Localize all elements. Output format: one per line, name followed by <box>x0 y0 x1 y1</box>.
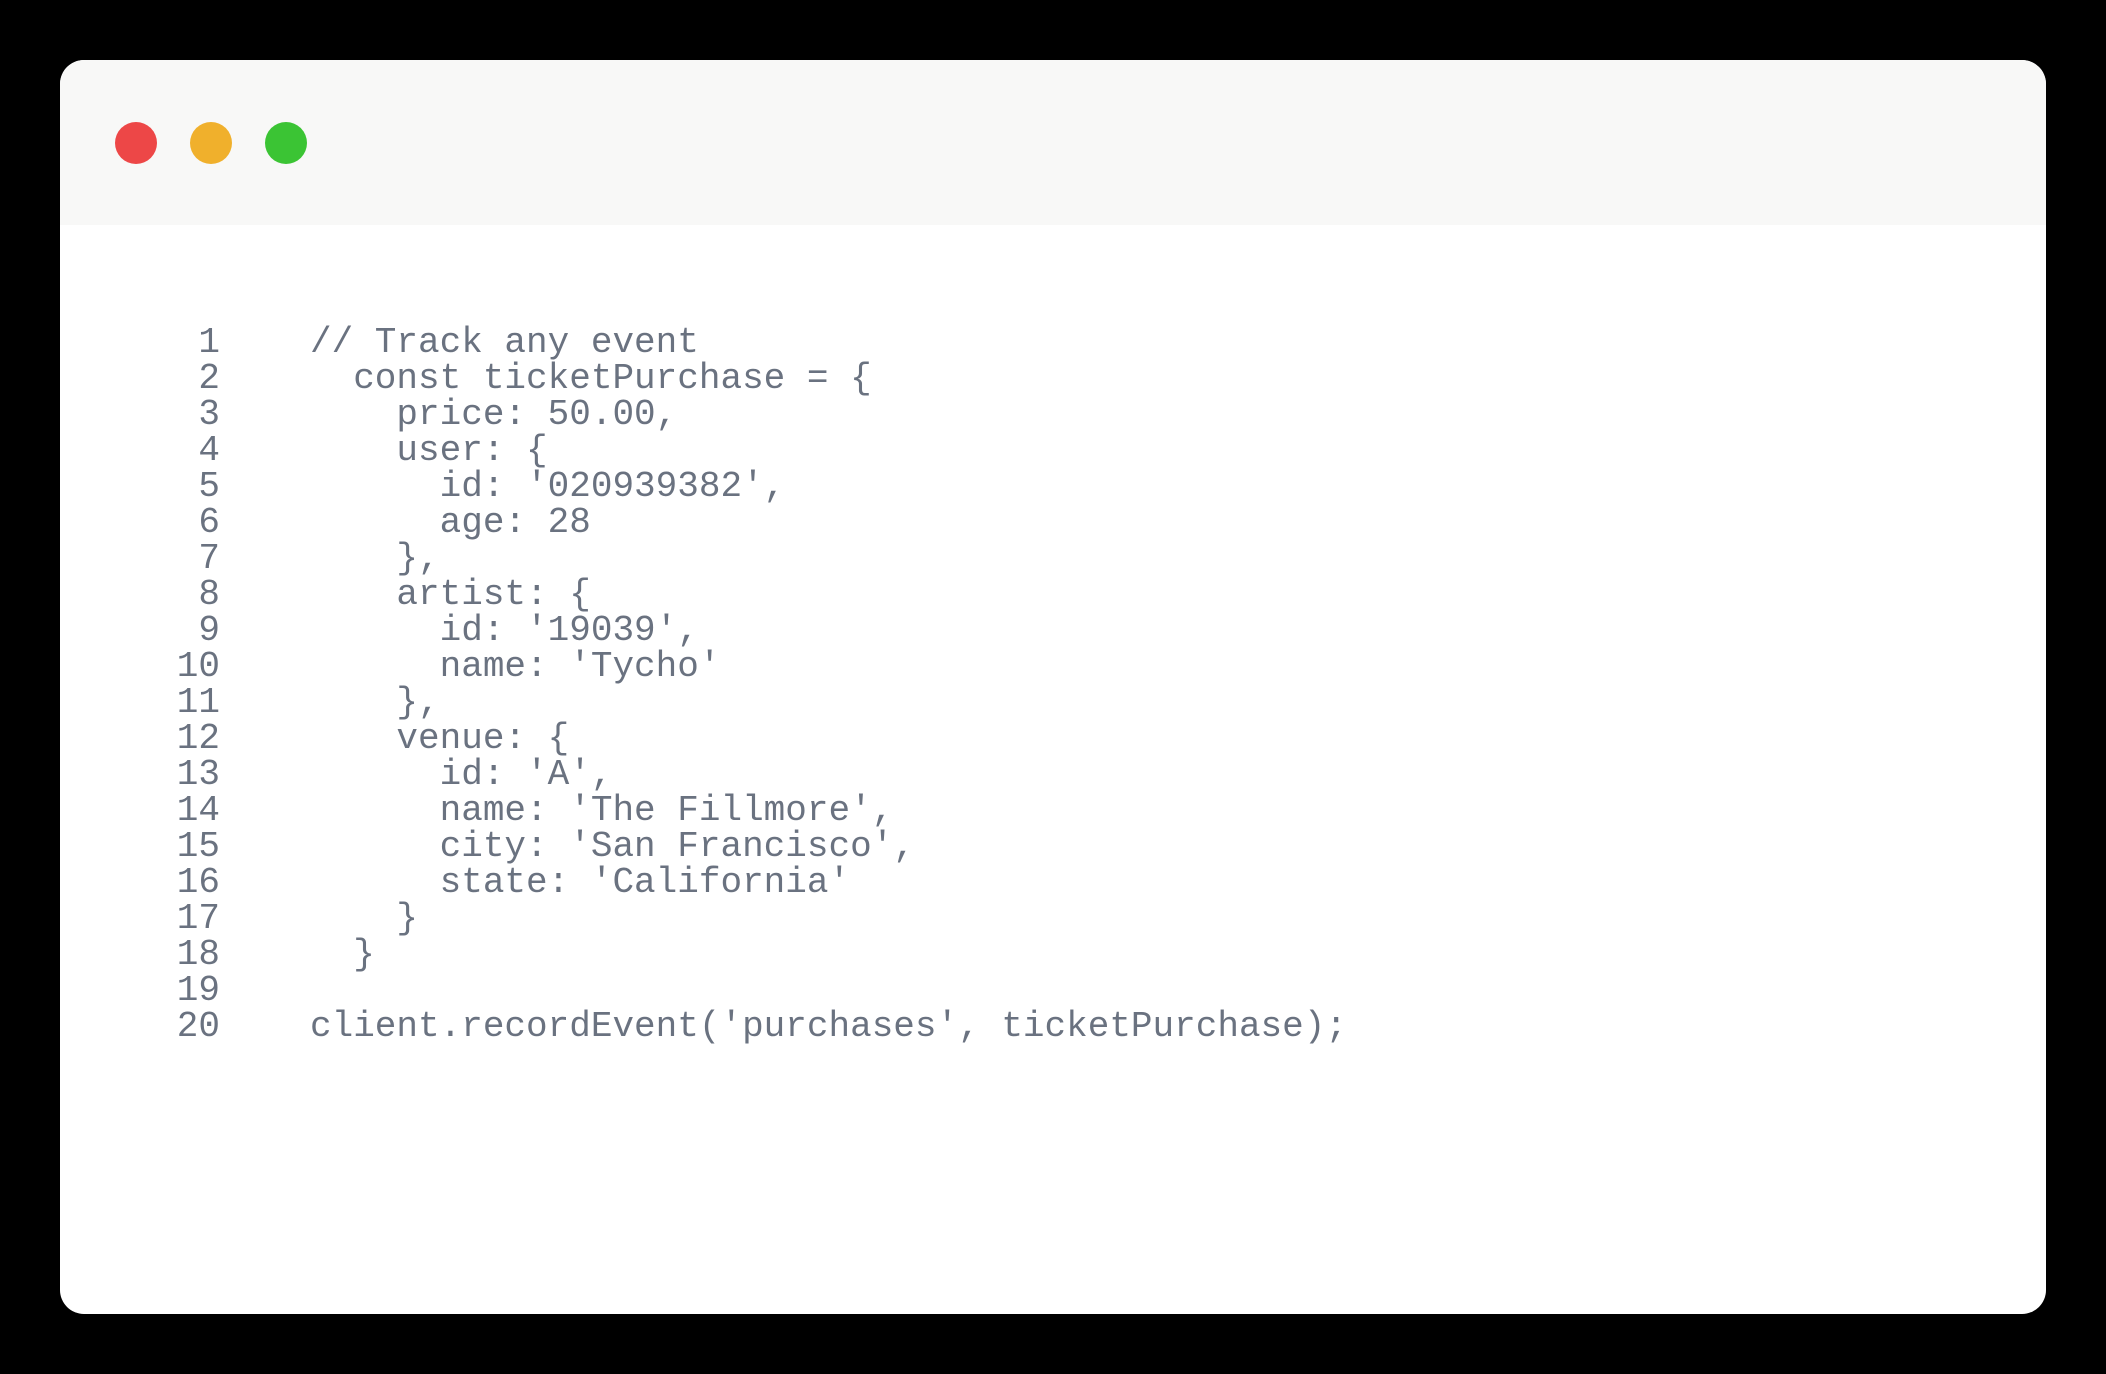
code-line: name: 'Tycho' <box>310 649 1347 685</box>
code-line: }, <box>310 541 1347 577</box>
line-number: 15 <box>177 829 220 865</box>
code-line: }, <box>310 685 1347 721</box>
code-line: id: '020939382', <box>310 469 1347 505</box>
maximize-icon[interactable] <box>265 122 307 164</box>
code-line: venue: { <box>310 721 1347 757</box>
code-line: artist: { <box>310 577 1347 613</box>
code-line: const ticketPurchase = { <box>310 361 1347 397</box>
code-editor: 1 2 3 4 5 6 7 8 9 10 11 12 13 14 15 16 1… <box>60 225 2046 1125</box>
line-number: 4 <box>198 433 220 469</box>
code-line: } <box>310 937 1347 973</box>
line-number: 2 <box>198 361 220 397</box>
code-line: name: 'The Fillmore', <box>310 793 1347 829</box>
code-line: // Track any event <box>310 325 1347 361</box>
code-line: age: 28 <box>310 505 1347 541</box>
code-line <box>310 973 1347 1009</box>
line-number: 7 <box>198 541 220 577</box>
line-number: 5 <box>198 469 220 505</box>
code-content[interactable]: // Track any event const ticketPurchase … <box>310 325 1347 1045</box>
code-line: price: 50.00, <box>310 397 1347 433</box>
code-line: client.recordEvent('purchases', ticketPu… <box>310 1009 1347 1045</box>
line-number: 9 <box>198 613 220 649</box>
line-number: 3 <box>198 397 220 433</box>
line-number: 13 <box>177 757 220 793</box>
code-line: id: '19039', <box>310 613 1347 649</box>
close-icon[interactable] <box>115 122 157 164</box>
line-number: 8 <box>198 577 220 613</box>
code-line: user: { <box>310 433 1347 469</box>
line-number: 6 <box>198 505 220 541</box>
window-title-bar <box>60 60 2046 225</box>
line-number-gutter: 1 2 3 4 5 6 7 8 9 10 11 12 13 14 15 16 1… <box>130 325 220 1045</box>
code-line: id: 'A', <box>310 757 1347 793</box>
line-number: 19 <box>177 973 220 1009</box>
code-window: 1 2 3 4 5 6 7 8 9 10 11 12 13 14 15 16 1… <box>60 60 2046 1314</box>
code-line: state: 'California' <box>310 865 1347 901</box>
line-number: 11 <box>177 685 220 721</box>
line-number: 17 <box>177 901 220 937</box>
line-number: 16 <box>177 865 220 901</box>
line-number: 18 <box>177 937 220 973</box>
line-number: 12 <box>177 721 220 757</box>
line-number: 20 <box>177 1009 220 1045</box>
code-line: city: 'San Francisco', <box>310 829 1347 865</box>
line-number: 14 <box>177 793 220 829</box>
code-line: } <box>310 901 1347 937</box>
line-number: 10 <box>177 649 220 685</box>
line-number: 1 <box>198 325 220 361</box>
minimize-icon[interactable] <box>190 122 232 164</box>
